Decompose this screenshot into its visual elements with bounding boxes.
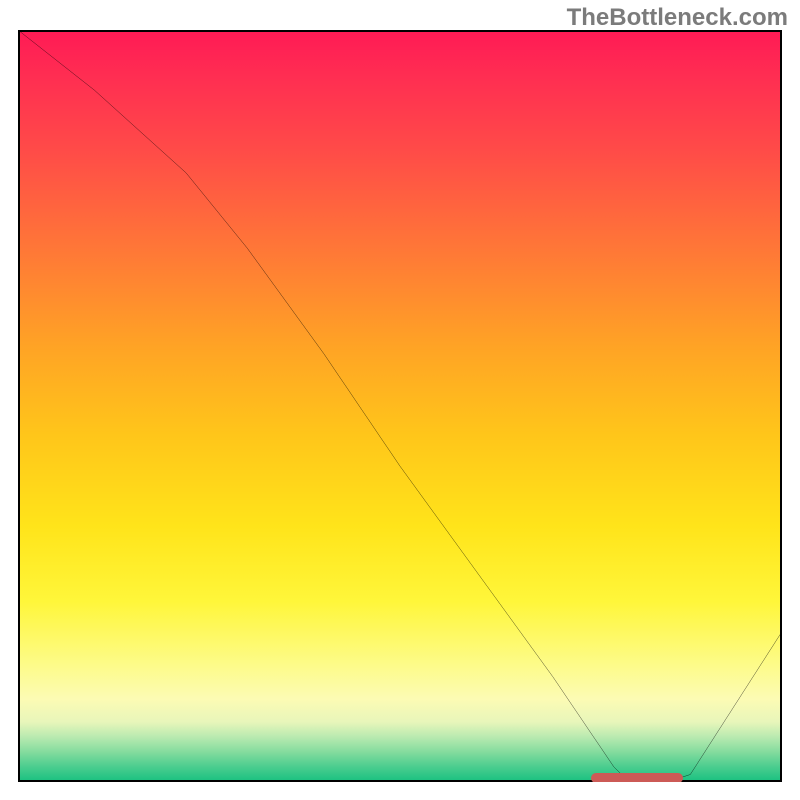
minimum-marker [591, 773, 683, 782]
line-curve [18, 30, 782, 782]
chart-container: TheBottleneck.com [0, 0, 800, 800]
plot-area [18, 30, 782, 782]
watermark-text: TheBottleneck.com [567, 4, 788, 32]
plot-frame [18, 30, 782, 782]
